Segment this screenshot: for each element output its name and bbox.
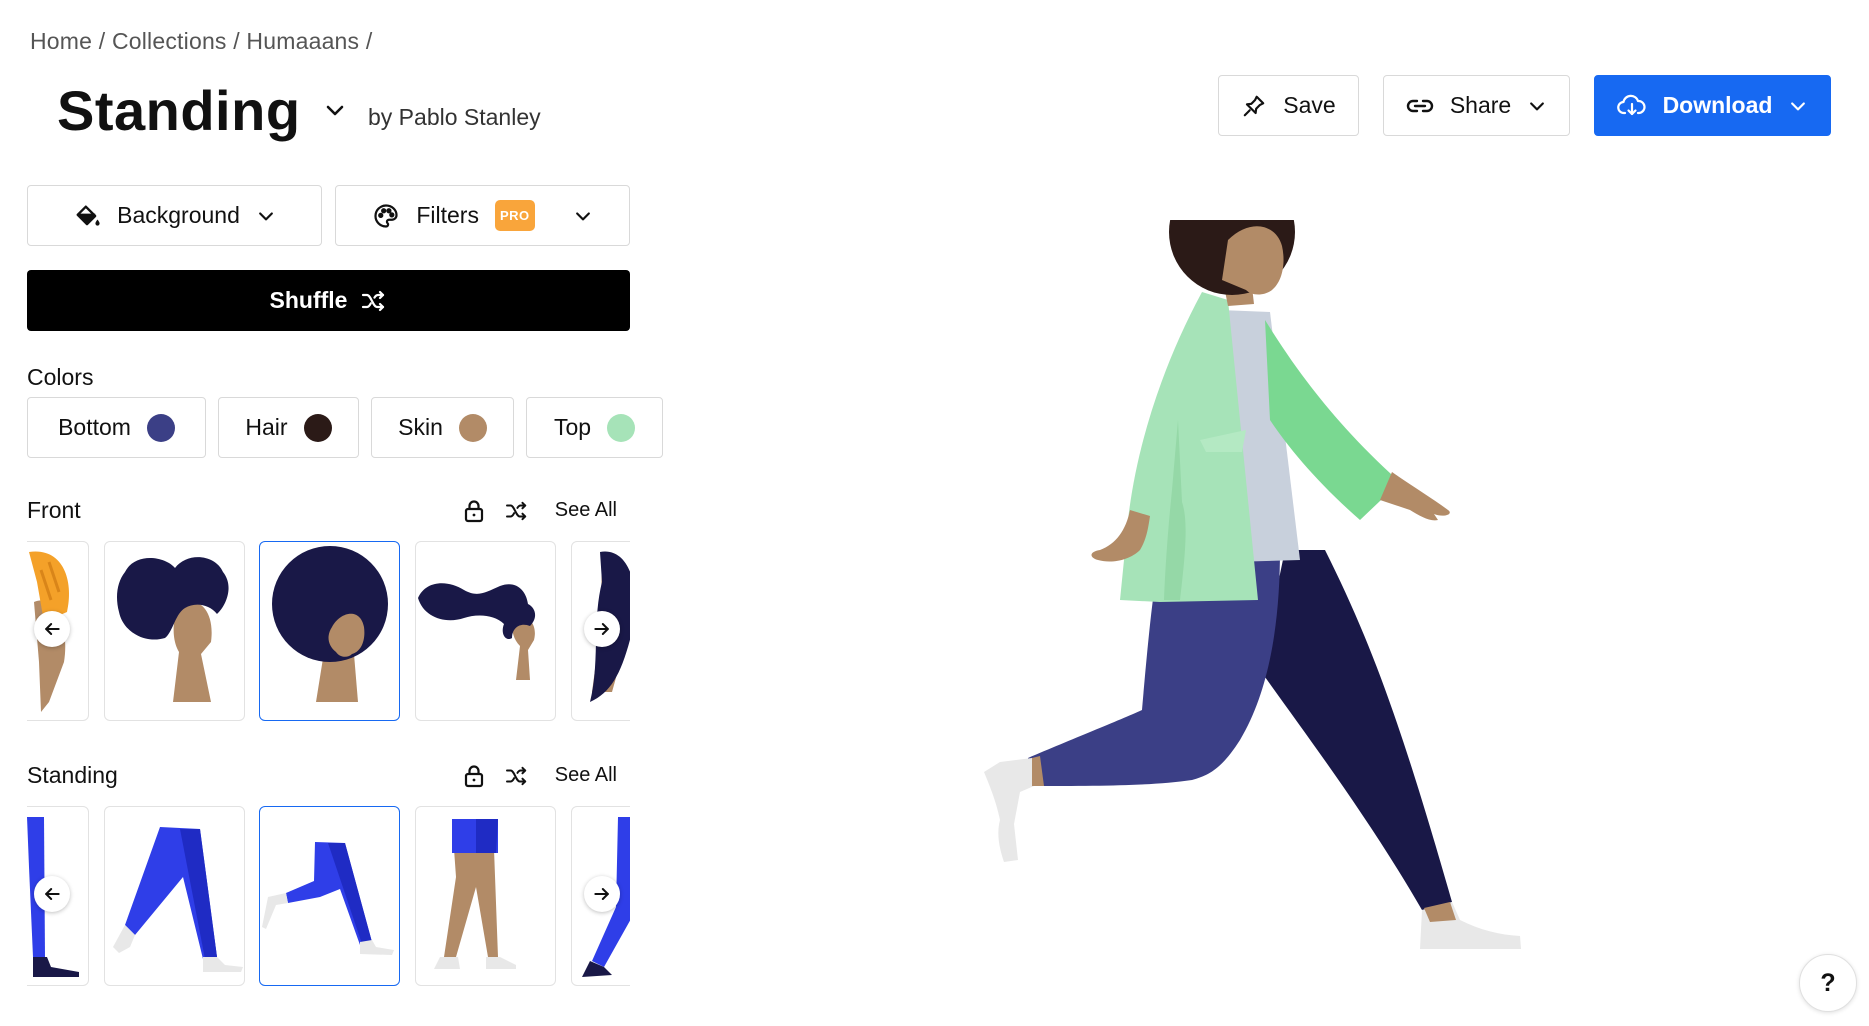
back-leg [1260, 550, 1452, 910]
pro-badge: PRO [494, 200, 535, 231]
title-row: Standing [57, 78, 347, 143]
section-title: Standing [27, 762, 118, 788]
share-label: Share [1449, 92, 1512, 118]
color-chip-bottom[interactable]: Bottom [27, 397, 206, 458]
arrow-left-icon[interactable] [34, 876, 70, 912]
lock-icon[interactable] [463, 764, 485, 788]
chevron-down-icon[interactable] [323, 98, 347, 122]
section-header-front: Front See All [27, 497, 617, 524]
options-row: Background Filters PRO [27, 185, 630, 246]
colors-heading: Colors [27, 364, 94, 390]
color-chip-label: Skin [398, 414, 443, 440]
arrow-right-icon[interactable] [584, 611, 620, 647]
breadcrumb-separator: / [98, 28, 106, 54]
shuffle-label: Shuffle [269, 287, 348, 313]
standing-option-card-selected[interactable] [259, 806, 400, 986]
section-title: Front [27, 497, 81, 523]
background-dropdown[interactable]: Background [27, 185, 322, 246]
color-chip-top[interactable]: Top [526, 397, 663, 458]
color-chip-label: Bottom [58, 414, 131, 440]
front-option-card[interactable] [104, 541, 245, 721]
front-option-card-selected[interactable] [259, 541, 400, 721]
chevron-down-icon [1788, 96, 1808, 116]
hand-right [1380, 472, 1450, 521]
top-actions: Save Share Download [1218, 75, 1831, 136]
save-button[interactable]: Save [1218, 75, 1359, 136]
standing-options-carousel [27, 806, 630, 986]
shuffle-icon[interactable] [505, 501, 529, 521]
share-button[interactable]: Share [1383, 75, 1570, 136]
breadcrumb-separator: / [365, 28, 373, 54]
chevron-down-icon [1527, 96, 1547, 116]
palette-icon [372, 202, 400, 230]
color-swatch [146, 413, 175, 442]
arrow-left-icon[interactable] [34, 611, 70, 647]
background-label: Background [117, 202, 240, 228]
color-swatch [303, 413, 332, 442]
color-chip-label: Top [553, 414, 592, 440]
standing-option-card[interactable] [415, 806, 556, 986]
shuffle-button[interactable]: Shuffle [27, 270, 630, 331]
help-button[interactable]: ? [1799, 954, 1857, 1012]
front-option-card[interactable] [415, 541, 556, 721]
download-button[interactable]: Download [1594, 75, 1831, 136]
character-illustration [977, 220, 1521, 949]
chevron-down-icon [256, 206, 276, 226]
front-options-carousel [27, 541, 630, 721]
shuffle-icon[interactable] [505, 766, 529, 786]
color-swatch [458, 413, 487, 442]
filters-dropdown[interactable]: Filters PRO [335, 185, 630, 246]
hair [977, 220, 1081, 289]
shuffle-icon [361, 290, 387, 312]
filters-label: Filters [416, 202, 479, 228]
paint-bucket-icon [73, 202, 101, 230]
color-chip-hair[interactable]: Hair [218, 397, 359, 458]
chevron-down-icon [573, 206, 593, 226]
breadcrumb: Home / Collections / Humaaans / [30, 28, 372, 55]
breadcrumb-home[interactable]: Home [30, 28, 92, 54]
author-label: by Pablo Stanley [368, 104, 541, 130]
breadcrumb-humaaans[interactable]: Humaaans [246, 28, 359, 54]
download-label: Download [1662, 92, 1773, 118]
see-all-link[interactable]: See All [555, 764, 617, 787]
front-shoe [984, 758, 1034, 862]
save-label: Save [1283, 92, 1336, 118]
cloud-download-icon [1616, 94, 1647, 118]
link-icon [1406, 95, 1434, 117]
standing-option-card[interactable] [104, 806, 245, 986]
page-title: Standing [57, 79, 301, 142]
breadcrumb-collections[interactable]: Collections [112, 28, 227, 54]
section-header-standing: Standing See All [27, 762, 617, 789]
lock-icon[interactable] [463, 499, 485, 523]
color-chip-label: Hair [245, 414, 288, 440]
color-chips: Bottom Hair Skin Top [27, 397, 663, 458]
arrow-right-icon[interactable] [584, 876, 620, 912]
breadcrumb-separator: / [233, 28, 240, 54]
pin-icon [1241, 93, 1267, 119]
color-chip-skin[interactable]: Skin [371, 397, 514, 458]
see-all-link[interactable]: See All [555, 499, 617, 522]
color-swatch [607, 413, 636, 442]
